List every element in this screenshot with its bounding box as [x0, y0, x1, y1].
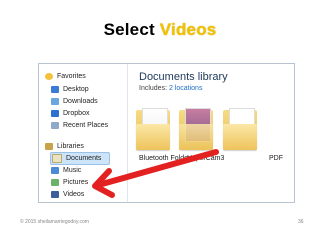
footer-page-number: 36 [298, 219, 304, 225]
footer-copyright: © 2015 sheilamarriegodoy.com [20, 219, 89, 225]
arrow-shaft [99, 149, 219, 187]
red-arrow-icon [92, 149, 219, 198]
